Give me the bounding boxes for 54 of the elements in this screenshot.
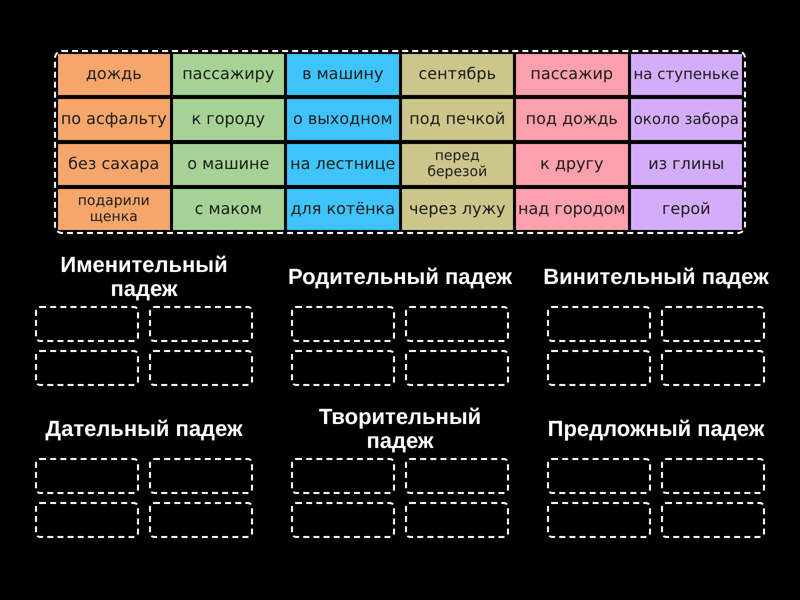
word-tile[interactable]: о выходном (287, 99, 398, 140)
drop-zone[interactable] (149, 350, 253, 386)
drop-zone[interactable] (291, 306, 395, 342)
category-title: Винительный падеж (543, 265, 769, 289)
drop-zone[interactable] (291, 458, 395, 494)
word-tile[interactable]: без сахара (58, 144, 170, 185)
word-tile[interactable]: пассажир (516, 54, 628, 95)
word-tile[interactable]: над городом (516, 189, 628, 230)
word-tile[interactable]: с маком (172, 189, 284, 230)
drop-zone[interactable] (547, 350, 651, 386)
word-tile[interactable]: сентябрь (402, 54, 513, 95)
drop-zone[interactable] (661, 306, 765, 342)
drop-zone[interactable] (149, 458, 253, 494)
drop-zone[interactable] (661, 458, 765, 494)
drop-zone[interactable] (149, 502, 253, 538)
word-tile[interactable]: по асфальту (58, 99, 170, 140)
drop-zone[interactable] (661, 350, 765, 386)
drop-zone[interactable] (35, 306, 139, 342)
word-tile[interactable]: в машину (287, 54, 398, 95)
word-tile[interactable]: из глины (630, 144, 742, 185)
word-tile[interactable]: к городу (172, 99, 284, 140)
word-tile[interactable]: для котёнка (287, 189, 398, 230)
drop-zone[interactable] (661, 502, 765, 538)
word-tile[interactable]: пассажиру (172, 54, 284, 95)
drop-zone[interactable] (547, 458, 651, 494)
drop-zone[interactable] (547, 306, 651, 342)
drop-zone[interactable] (291, 502, 395, 538)
drop-zone[interactable] (405, 502, 509, 538)
word-tile[interactable]: под дождь (516, 99, 628, 140)
drop-zone[interactable] (291, 350, 395, 386)
drop-zone[interactable] (149, 306, 253, 342)
word-tile[interactable]: о машине (172, 144, 284, 185)
drop-zone[interactable] (35, 502, 139, 538)
drop-zone[interactable] (547, 502, 651, 538)
drop-zone[interactable] (35, 350, 139, 386)
word-tile[interactable]: под печкой (402, 99, 513, 140)
word-tile[interactable]: около забора (630, 99, 742, 140)
word-tile[interactable]: на лестнице (287, 144, 398, 185)
category-title: Дательный падеж (45, 417, 243, 441)
word-tile[interactable]: к другу (516, 144, 628, 185)
drop-zone[interactable] (405, 350, 509, 386)
word-tile[interactable]: герой (630, 189, 742, 230)
word-tile[interactable]: подарили щенка (58, 189, 170, 230)
category-title: Творительный падеж (318, 405, 482, 453)
word-tile[interactable]: перед березой (402, 144, 513, 185)
word-tile[interactable]: через лужу (402, 189, 513, 230)
drop-zone[interactable] (405, 306, 509, 342)
word-tile[interactable]: дождь (58, 54, 170, 95)
word-tile[interactable]: на ступеньке (630, 54, 742, 95)
category-title: Родительный падеж (288, 265, 512, 289)
drop-zone[interactable] (405, 458, 509, 494)
drop-zone[interactable] (35, 458, 139, 494)
category-title: Предложный падеж (548, 417, 764, 441)
category-title: Именительный падеж (59, 253, 229, 301)
